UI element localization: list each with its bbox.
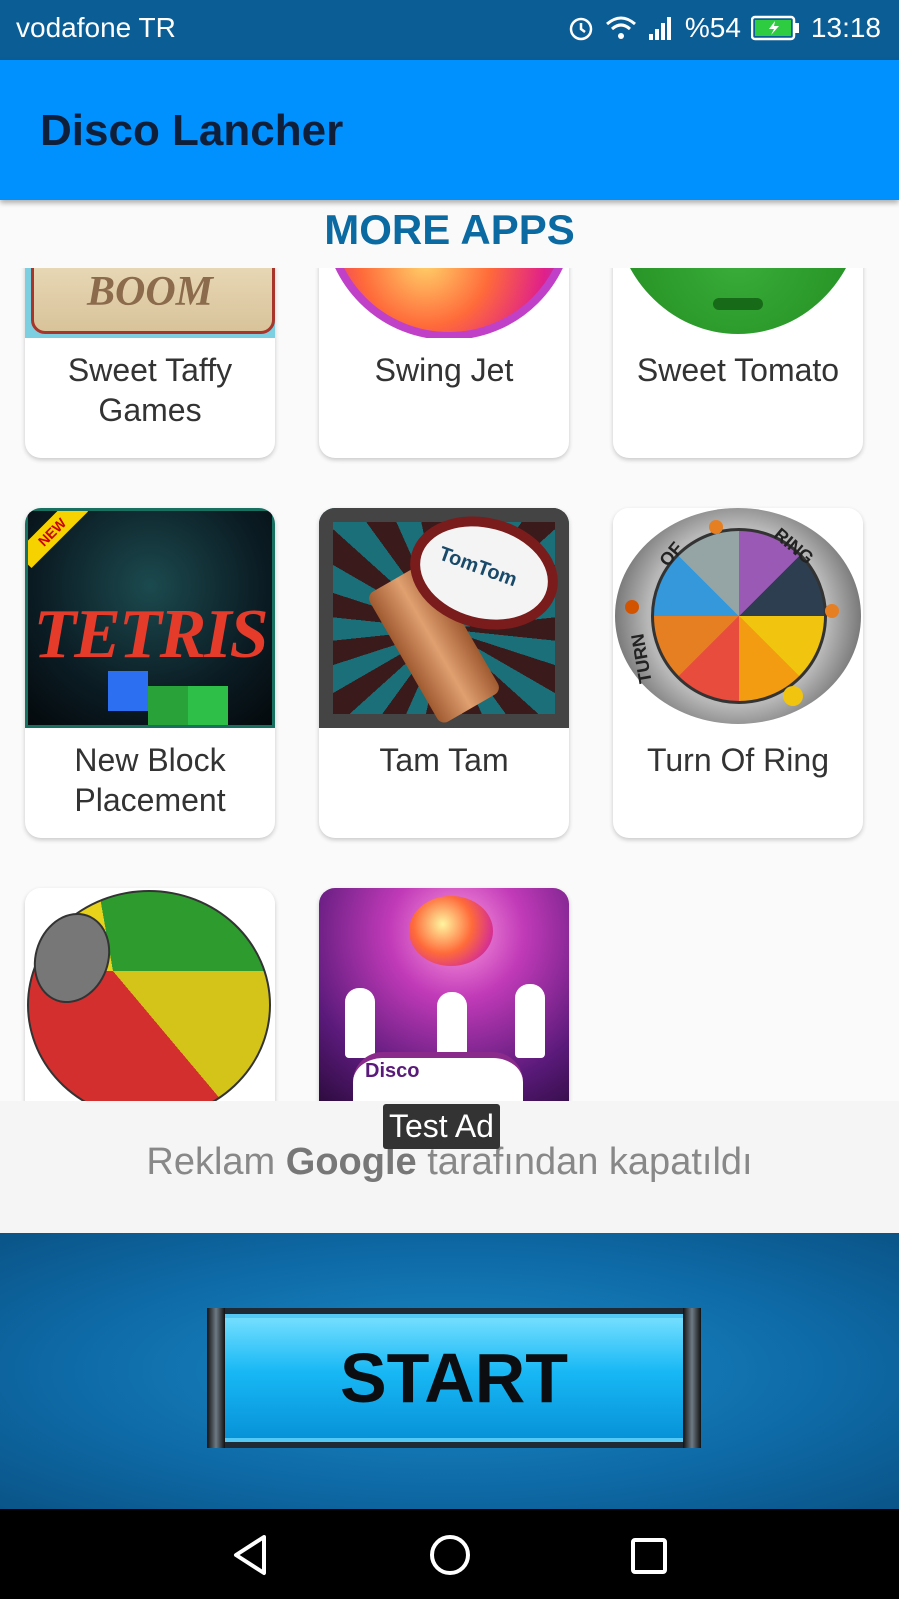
back-icon[interactable] [230,1533,270,1577]
status-icons: %54 13:18 [567,12,881,44]
navigation-bar [0,1509,899,1599]
swing-jet-icon [319,268,569,338]
section-title: MORE APPS [324,206,575,253]
app-card[interactable]: Disco [319,888,569,1101]
app-label: Swing Jet [374,352,514,388]
start-button[interactable]: START [207,1308,701,1448]
app-label: Tam Tam [379,742,509,778]
wifi-icon [605,16,636,39]
recent-apps-icon[interactable] [630,1537,668,1575]
home-icon[interactable] [428,1533,472,1577]
app-label: Sweet Taffy Games [67,352,233,428]
app-card[interactable]: Sweet Tomato [613,268,863,458]
app-card[interactable]: OF RING TURN Turn Of Ring [613,508,863,838]
app-card[interactable]: NEW TETRIS New Block Placement [25,508,275,838]
clock: 13:18 [810,12,881,43]
boom-game-icon: BOOM [25,268,275,338]
beach-ball-icon [25,888,275,1101]
start-button-label: START [339,1339,569,1417]
app-label: Sweet Tomato [636,352,840,388]
app-grid[interactable]: BOOM Sweet Taffy Games Swing Jet Sweet T… [0,268,899,1101]
app-card[interactable]: TomTom Tam Tam [319,508,569,838]
disco-dancer-icon: Disco [319,888,569,1101]
test-ad-badge: Test Ad [383,1104,500,1149]
app-card[interactable] [25,888,275,1101]
battery-icon [750,15,799,41]
start-area: START [0,1233,899,1509]
tetris-icon: NEW TETRIS [25,508,275,728]
battery-percent: %54 [684,12,741,43]
app-card[interactable]: BOOM Sweet Taffy Games [25,268,275,458]
drum-icon: TomTom [319,508,569,728]
status-bar: vodafone TR %54 13:18 [0,0,899,60]
app-label: Turn Of Ring [647,742,829,778]
app-bar: Disco Lancher [0,60,899,200]
ring-wheel-icon: OF RING TURN [613,508,863,728]
app-label: New Block Placement [74,742,226,818]
tomato-icon [613,268,863,338]
ad-banner[interactable]: Reklam Google tarafından kapatıldı Test … [0,1101,899,1233]
alarm-icon [569,17,593,41]
app-card[interactable]: Swing Jet [319,268,569,458]
app-title: Disco Lancher [40,106,344,155]
signal-icon [648,17,671,40]
carrier-name: vodafone TR [16,12,176,43]
